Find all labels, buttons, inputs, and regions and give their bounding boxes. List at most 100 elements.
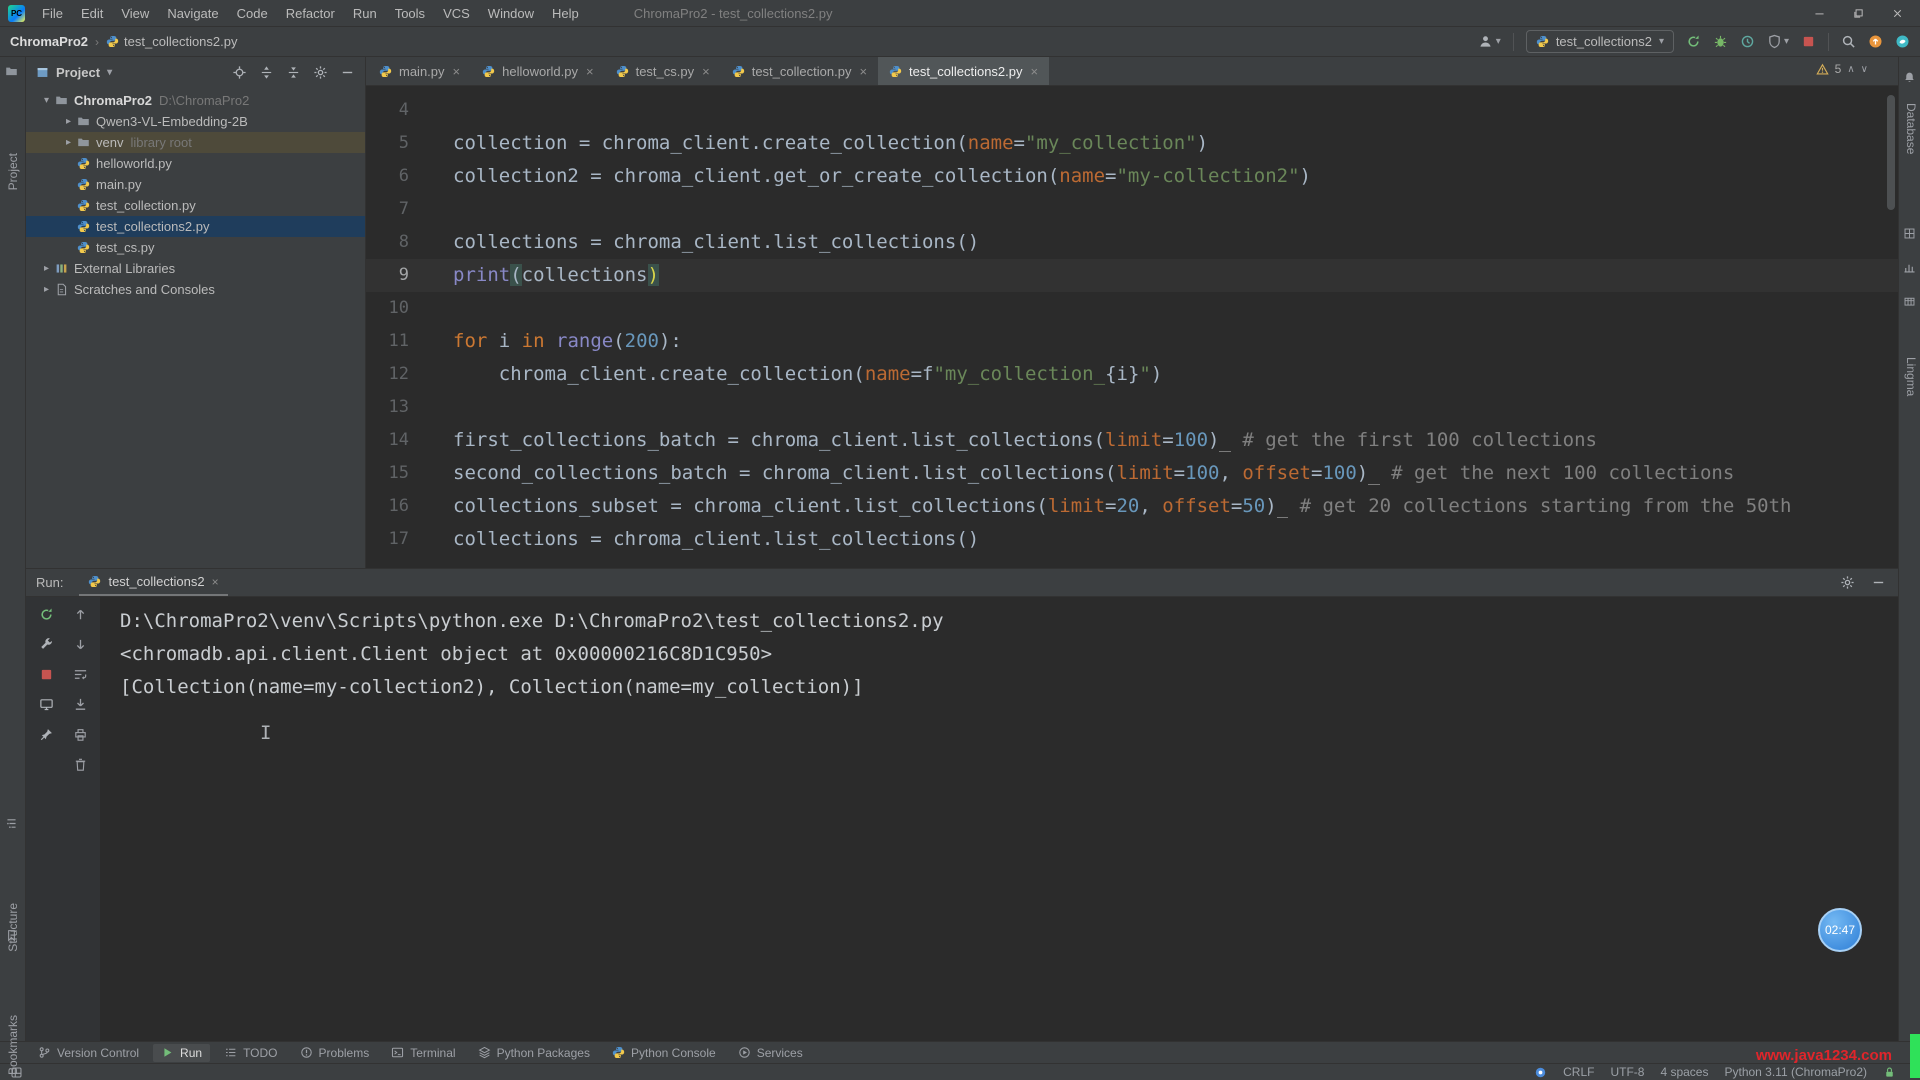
tree-item-scratches-and-consoles[interactable]: ▸Scratches and Consoles [26,279,365,300]
editor-tab-test-cs-py[interactable]: test_cs.py× [605,57,721,85]
console-output[interactable]: D:\ChromaPro2\venv\Scripts\python.exe D:… [100,597,1898,1041]
wrench-icon[interactable] [39,637,54,652]
tree-item-main-py[interactable]: main.py [26,174,365,195]
tool-window-button-todo[interactable]: TODO [216,1044,285,1062]
tree-item-venv[interactable]: ▸venvlibrary root [26,132,365,153]
close-icon[interactable]: × [212,575,219,589]
close-icon[interactable]: × [453,64,461,79]
rerun-icon[interactable] [1686,34,1701,49]
bookmark-icon[interactable] [5,929,18,942]
gear-icon[interactable] [1840,575,1855,590]
tool-window-button-python-packages[interactable]: Python Packages [470,1044,598,1062]
rerun-icon[interactable] [39,607,54,622]
close-icon[interactable]: × [586,64,594,79]
lock-icon[interactable] [1883,1066,1896,1079]
tool-window-button-version-control[interactable]: Version Control [30,1044,147,1062]
tree-chevron-icon[interactable]: ▸ [60,116,77,127]
tree-item-qwen3-vl-embedding-2b[interactable]: ▸Qwen3-VL-Embedding-2B [26,111,365,132]
tree-chevron-icon[interactable]: ▸ [38,284,55,295]
status-item[interactable]: UTF-8 [1610,1065,1644,1079]
stop-icon[interactable] [1801,34,1816,49]
menu-file[interactable]: File [33,6,72,21]
menu-code[interactable]: Code [228,6,277,21]
run-config-selector[interactable]: test_collections2▾ [1526,30,1674,53]
chevron-down-icon[interactable]: ∨ [1861,64,1868,75]
gear-icon[interactable] [313,65,328,80]
tree-item-helloworld-py[interactable]: helloworld.py [26,153,365,174]
chart-icon[interactable] [1903,261,1916,274]
bug-icon[interactable] [1713,34,1728,49]
menu-vcs[interactable]: VCS [434,6,479,21]
editor-tab-helloworld-py[interactable]: helloworld.py× [471,57,604,85]
stop-icon[interactable] [39,667,54,682]
editor-scrollbar[interactable] [1887,95,1895,210]
editor-tab-test-collections2-py[interactable]: test_collections2.py× [878,57,1049,85]
stripe-label-project[interactable]: Project [6,153,20,190]
menu-refactor[interactable]: Refactor [277,6,344,21]
tree-item-test-cs-py[interactable]: test_cs.py [26,237,365,258]
pin-icon[interactable] [39,727,54,742]
stripe-label-structure[interactable]: Structure [6,903,20,952]
collapse-all-icon[interactable] [286,65,301,80]
chevron-up-icon[interactable]: ∧ [1847,64,1854,75]
tool-window-button-services[interactable]: Services [730,1044,811,1062]
menu-navigate[interactable]: Navigate [158,6,227,21]
tree-chevron-icon[interactable]: ▸ [60,137,77,148]
minus-icon[interactable] [340,65,355,80]
trash-icon[interactable] [73,757,88,772]
expand-all-icon[interactable] [259,65,274,80]
win-min-icon[interactable] [1813,7,1826,20]
stripe-label-bookmarks[interactable]: Bookmarks [6,1015,20,1075]
tree-item-chromapro2[interactable]: ▾ChromaPro2D:\ChromaPro2 [26,90,365,111]
status-item[interactable]: CRLF [1563,1065,1594,1079]
search-icon[interactable] [1841,34,1856,49]
ai-teal-icon[interactable] [1895,34,1910,49]
scrollend-icon[interactable] [73,697,88,712]
project-stripe-icon[interactable] [5,65,18,78]
ai-blue-icon[interactable] [1534,1066,1547,1079]
inspection-widget[interactable]: 5 ∧ ∨ [1816,62,1868,76]
tree-item-external-libraries[interactable]: ▸External Libraries [26,258,365,279]
editor-tab-main-py[interactable]: main.py× [368,57,471,85]
tool-window-button-run[interactable]: Run [153,1044,210,1062]
softwrap-icon[interactable] [73,667,88,682]
tool-window-button-python-console[interactable]: Python Console [604,1044,724,1062]
project-panel-title[interactable]: Project ▾ [36,65,112,80]
menu-tools[interactable]: Tools [386,6,434,21]
menu-edit[interactable]: Edit [72,6,112,21]
coverage-button[interactable]: ▾ [1767,34,1789,49]
close-icon[interactable]: × [702,64,710,79]
tree-item-test-collections2-py[interactable]: test_collections2.py [26,216,365,237]
tree-chevron-icon[interactable]: ▸ [38,263,55,274]
arrow-down-icon[interactable] [73,637,88,652]
editor-tab-test-collection-py[interactable]: test_collection.py× [721,57,878,85]
arrow-up-icon[interactable] [73,607,88,622]
printer-icon[interactable] [73,727,88,742]
tree-chevron-icon[interactable]: ▾ [38,95,55,106]
breadcrumb-project[interactable]: ChromaPro2 [10,34,88,49]
stripe-label-lingma[interactable]: Lingma [1904,357,1918,396]
menu-run[interactable]: Run [344,6,386,21]
minus-icon[interactable] [1871,575,1886,590]
win-max-icon[interactable] [1852,7,1865,20]
close-icon[interactable]: × [859,64,867,79]
stripe-label-database[interactable]: Database [1904,103,1918,154]
tree-item-test-collection-py[interactable]: test_collection.py [26,195,365,216]
tool-window-button-problems[interactable]: Problems [292,1044,378,1062]
cells-icon[interactable] [1903,295,1916,308]
win-close-icon[interactable] [1891,7,1904,20]
menu-view[interactable]: View [112,6,158,21]
close-icon[interactable]: × [1031,64,1039,79]
menu-help[interactable]: Help [543,6,588,21]
ai-orange-icon[interactable] [1868,34,1883,49]
tab-options-icon[interactable] [1878,57,1898,85]
status-item[interactable]: 4 spaces [1660,1065,1708,1079]
grid-icon[interactable] [1903,227,1916,240]
locate-icon[interactable] [232,65,247,80]
code-editor[interactable]: 45collection = chroma_client.create_coll… [366,86,1898,568]
run-tab[interactable]: test_collections2 × [79,569,227,596]
status-item[interactable]: Python 3.11 (ChromaPro2) [1724,1065,1867,1079]
notifications-bell-icon[interactable] [1903,71,1916,84]
breadcrumb-file[interactable]: test_collections2.py [124,34,237,49]
menu-window[interactable]: Window [479,6,543,21]
